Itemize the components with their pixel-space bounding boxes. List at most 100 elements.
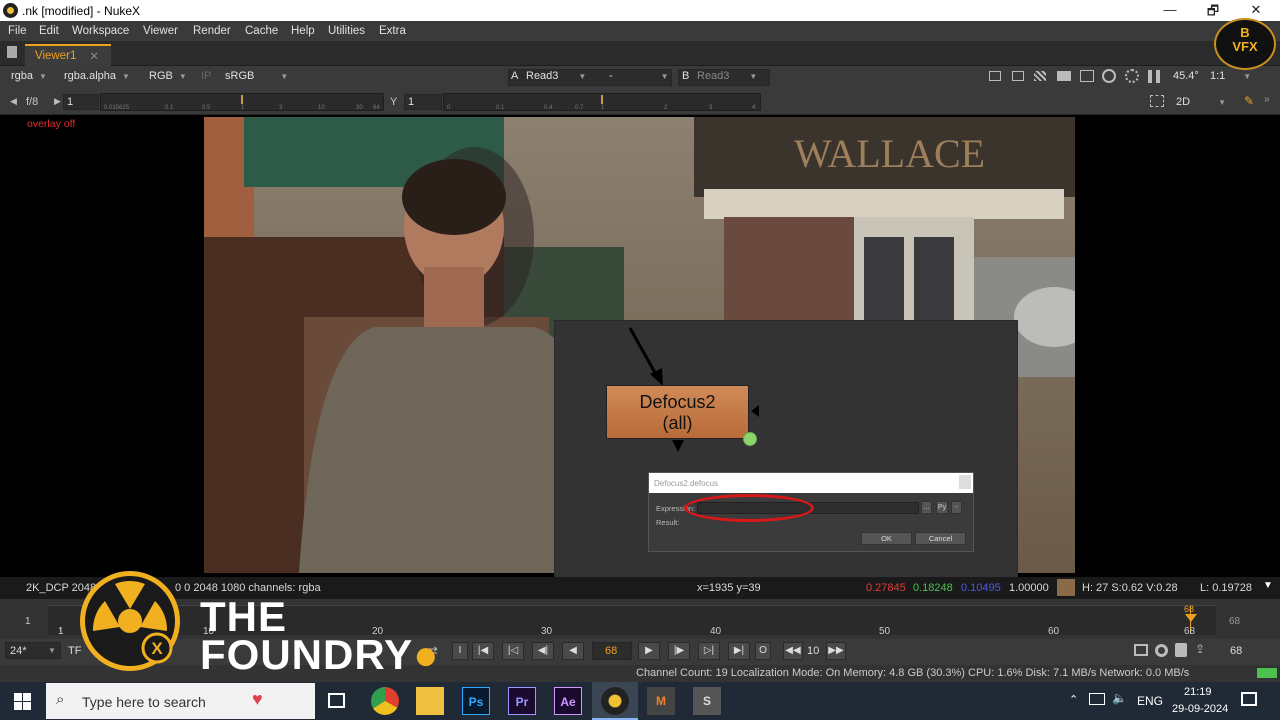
gpu-icon[interactable] [1125,69,1139,83]
prev-keyframe-button[interactable]: |◁ [502,642,524,660]
input-arrow[interactable] [672,440,684,452]
skip-forward-button[interactable]: ▶▶ [826,642,846,660]
fstop-prev-icon[interactable]: ◀ [10,96,17,107]
tray-expand-icon[interactable]: ⌃ [1069,693,1078,706]
next-keyframe-button[interactable]: ▷| [698,642,720,660]
compare-op-dropdown[interactable]: - ▼ [609,70,669,82]
menu-viewer[interactable]: Viewer [143,25,178,37]
toolbar-expand-icon[interactable]: » [1264,94,1270,105]
roi-icon[interactable] [989,71,1001,81]
next-frame-button[interactable]: |▶ [668,642,690,660]
pane-menu-icon[interactable] [7,46,17,58]
cancel-button[interactable]: Cancel [915,532,966,545]
menu-edit[interactable]: Edit [39,25,59,37]
skip-back-button[interactable]: ◀◀ [783,642,803,660]
dialog-close-button[interactable] [959,475,971,489]
tab-label: Viewer1 [35,50,77,62]
skip-step-value[interactable]: 10 [807,645,819,657]
gain-input[interactable]: 1 [63,94,99,110]
node-output-dot[interactable] [743,432,757,446]
input-b-dropdown[interactable]: Read3 ▼ [697,70,757,82]
fps-arrow-icon: ▼ [48,646,56,655]
wipe-icon[interactable] [1057,71,1071,81]
expression-browse-button[interactable]: ... [921,501,932,514]
file-explorer-icon[interactable] [416,687,444,715]
windows-start-icon[interactable] [14,693,31,710]
menu-file[interactable]: File [8,25,27,37]
region-icon[interactable] [1150,95,1164,107]
first-frame-button[interactable]: |◀ [472,642,494,660]
gain-slider[interactable]: 0.015625 0.1 0.5 1 3 10 30 64 [100,93,384,111]
ratio-dropdown[interactable]: 1:1 ▼ [1210,70,1251,82]
menu-workspace[interactable]: Workspace [72,25,129,37]
refresh-icon[interactable] [1102,69,1116,83]
export-icon[interactable]: ⇪ [1195,642,1205,656]
chrome-icon[interactable] [371,687,399,715]
menu-extra[interactable]: Extra [379,25,406,37]
lut-dropdown[interactable]: sRGB ▼ [225,70,288,82]
menu-utilities[interactable]: Utilities [328,25,365,37]
timeline-start[interactable]: 1 [25,616,31,627]
timeline-format[interactable]: TF [68,645,81,657]
app-m-icon[interactable]: M [647,687,675,715]
lock-icon[interactable] [1175,643,1187,657]
volume-icon[interactable]: 🔈 [1112,691,1127,705]
capture-icon[interactable] [1155,644,1168,657]
in-point-button[interactable]: I [452,642,468,660]
expression-extra-button[interactable]: - [951,501,962,514]
taskbar-search[interactable]: ⌕ Type here to search ♥ [46,683,315,719]
tab-viewer1[interactable]: Viewer1 ✕ [25,44,111,66]
photoshop-icon[interactable]: Ps [462,687,490,715]
menu-cache[interactable]: Cache [245,25,278,37]
channels-dropdown[interactable]: rgba ▼ [11,70,47,82]
infobar-dropdown-icon[interactable]: ▼ [1263,580,1273,591]
defocus-node[interactable]: Defocus2 (all) [606,385,749,439]
last-frame-button[interactable]: ▶| [728,642,750,660]
gamma-slider-handle[interactable] [601,95,603,104]
minimize-button[interactable]: — [1160,2,1180,19]
menu-help[interactable]: Help [291,25,315,37]
maximize-button[interactable]: 🗗 [1203,2,1223,19]
clock-date[interactable]: 29-09-2024 [1172,703,1228,715]
close-button[interactable]: ✕ [1246,2,1266,19]
pause-icon[interactable] [1148,70,1160,83]
display-dropdown[interactable]: RGB ▼ [149,70,187,82]
tl-label-68: 68 [1184,626,1196,637]
flipbook-icon[interactable] [1134,644,1148,656]
alpha-dropdown[interactable]: rgba.alpha ▼ [64,70,130,82]
proxy-icon[interactable] [1012,71,1024,81]
fstop-label[interactable]: f/8 [26,96,38,108]
prev-frame-button[interactable]: ◀| [532,642,554,660]
task-view-icon[interactable] [328,693,345,708]
ok-button[interactable]: OK [861,532,912,545]
menu-render[interactable]: Render [193,25,231,37]
tab-close-icon[interactable]: ✕ [89,49,99,63]
ip-button[interactable]: IP [201,70,211,82]
python-toggle-button[interactable]: Py [936,501,948,514]
language-indicator[interactable]: ENG [1137,694,1163,708]
play-forward-button[interactable]: ▶ [638,642,660,660]
mask-input-arrow[interactable] [751,405,759,417]
view-mode-dropdown[interactable]: 2D ▼ [1176,96,1226,108]
app-s-icon[interactable]: S [693,687,721,715]
gamma-input[interactable]: 1 [404,94,442,110]
notification-icon[interactable] [1241,692,1257,706]
clipping-warning-icon[interactable] [1034,71,1046,81]
play-backward-button[interactable]: ◀ [562,642,584,660]
out-point-button[interactable]: O [755,642,771,660]
timeline-end[interactable]: 68 [1229,616,1240,627]
gain-slider-handle[interactable] [241,95,243,104]
after-effects-icon[interactable]: Ae [554,687,582,715]
lock-viewer-icon[interactable] [1080,70,1094,82]
fstop-next-icon[interactable]: ▶ [54,96,61,107]
zoom-value[interactable]: 45.4° [1173,70,1199,82]
clock-time[interactable]: 21:19 [1184,686,1212,698]
premiere-icon[interactable]: Pr [508,687,536,715]
input-a-dropdown[interactable]: Read3 ▼ [526,70,586,82]
playhead-marker-icon[interactable] [1185,614,1197,622]
paint-brush-icon[interactable]: ✎ [1244,94,1254,108]
network-icon[interactable] [1089,693,1105,705]
end-frame-value[interactable]: 68 [1230,645,1242,657]
gamma-slider[interactable]: 0 0.1 0.4 0.7 1 2 3 4 [443,93,761,111]
playback-controls: 24* ▼ TF ⇄ I |◀ |◁ ◀| ◀ 68 ▶ |▶ ▷| ▶| O … [0,639,1280,665]
